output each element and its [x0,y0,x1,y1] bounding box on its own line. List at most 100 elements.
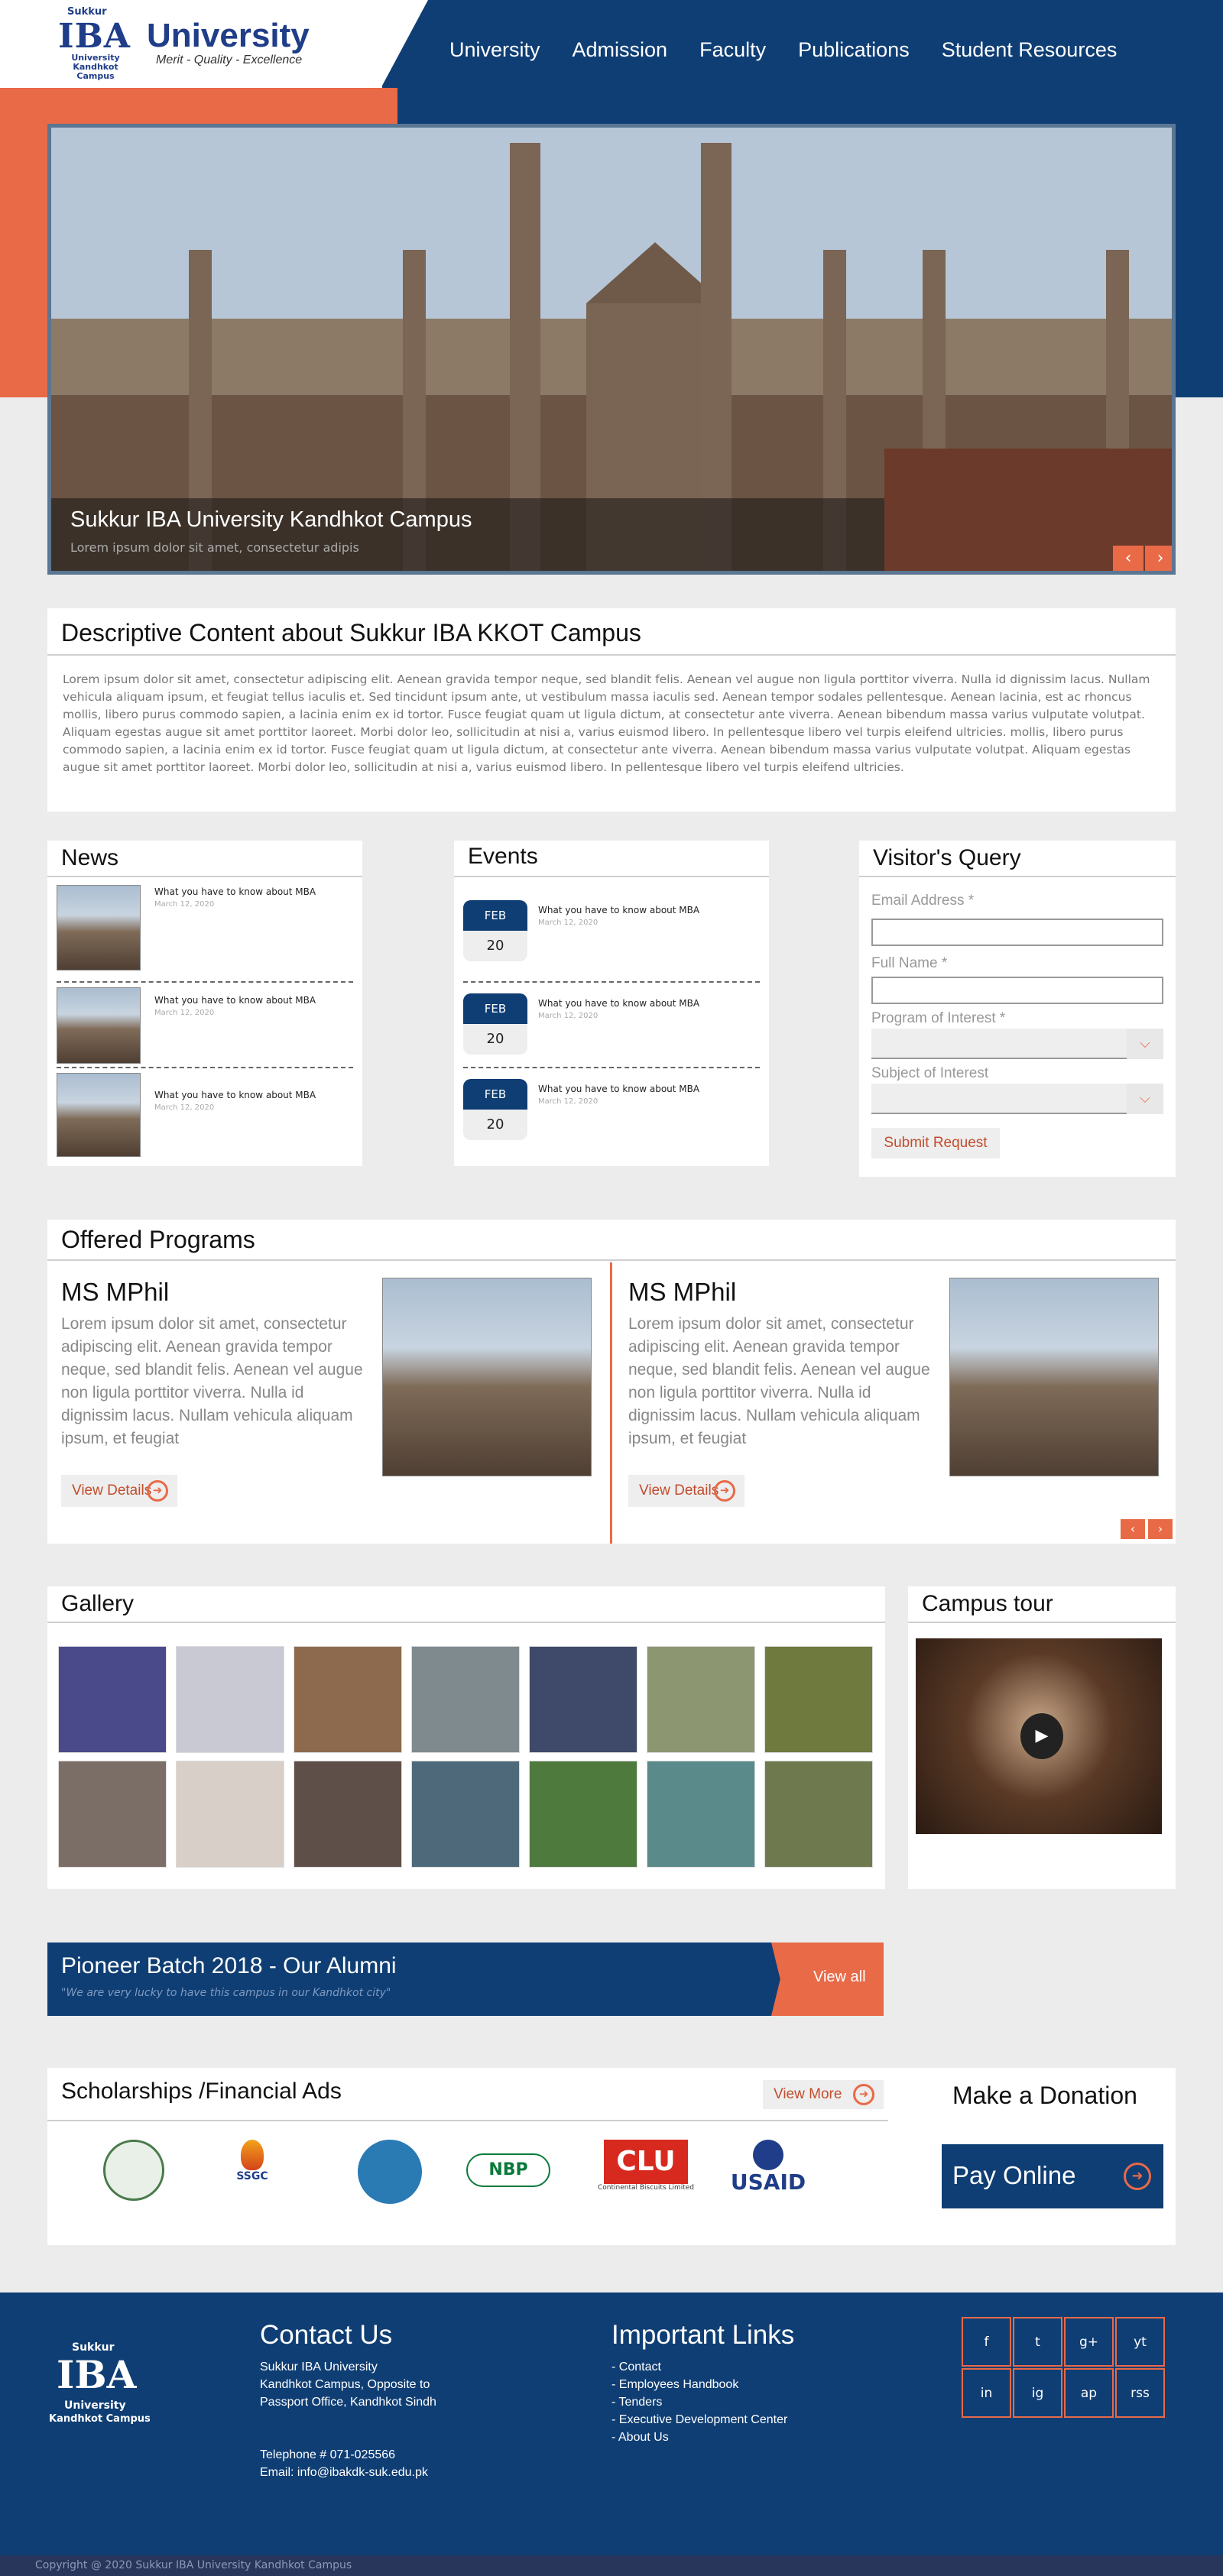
sponsor-logo-nbp[interactable]: NBP [466,2140,550,2208]
gallery-photo[interactable] [764,1761,873,1868]
scholarships-header: Scholarships /Financial Ads [47,2068,888,2121]
gallery-photo[interactable] [647,1761,755,1868]
event-title[interactable]: What you have to know about MBA [538,1084,699,1094]
tour-heading: Campus tour [922,1591,1053,1616]
gallery-header: Gallery [47,1586,885,1623]
alumni-title: Pioneer Batch 2018 - Our Alumni [61,1953,397,1978]
footer-logo[interactable]: Sukkur IBA University Kandhkot Campus [49,2341,164,2433]
logo-tagline: Merit - Quality - Excellence [156,53,303,66]
news-title[interactable]: What you have to know about MBA [154,995,316,1006]
alumni-banner: Pioneer Batch 2018 - Our Alumni "We are … [47,1943,884,2016]
view-details-label: View Details [639,1482,719,1499]
program-image [382,1278,592,1476]
event-title[interactable]: What you have to know about MBA [538,998,699,1009]
sponsor-logo-ssgc[interactable]: SSGC [210,2140,294,2208]
donation-heading: Make a Donation [952,2082,1137,2109]
submit-request-button[interactable]: Submit Request [871,1128,1000,1158]
gallery-photo[interactable] [529,1761,637,1868]
sponsor-logo-usaid[interactable]: USAID [726,2140,810,2208]
sponsor-logo-oil-gas[interactable] [348,2140,432,2208]
full-name-field[interactable] [871,977,1163,1004]
gallery-heading: Gallery [61,1591,135,1616]
event-month: FEB [463,900,527,931]
programs-section: Offered Programs MS MPhil Lorem ipsum do… [47,1220,1176,1544]
facebook-icon[interactable]: f [962,2317,1011,2367]
gallery-photo[interactable] [411,1761,520,1868]
nav-student-resources[interactable]: Student Resources [942,38,1118,62]
nav-admission[interactable]: Admission [573,38,668,62]
subject-select[interactable]: ⌵ [871,1084,1163,1114]
program-text: Lorem ipsum dolor sit amet, consectetur … [628,1315,930,1447]
news-date: March 12, 2020 [154,1103,215,1112]
gallery-section: Gallery [47,1586,885,1889]
alumni-view-all-button[interactable]: View all [813,1968,866,1986]
view-details-label: View Details [72,1482,152,1499]
gallery-photo[interactable] [176,1646,284,1753]
news-date: March 12, 2020 [154,900,215,909]
site-logo[interactable]: Sukkur IBA University University Kandhko… [54,6,329,81]
gallery-photo[interactable] [176,1761,284,1868]
news-section: News What you have to know about MBA Mar… [47,841,362,1166]
news-thumb[interactable] [57,1073,141,1157]
twitter-icon[interactable]: t [1013,2317,1062,2367]
gallery-photo[interactable] [294,1761,402,1868]
program-text: Lorem ipsum dolor sit amet, consectetur … [61,1315,363,1447]
news-thumb[interactable] [57,987,141,1064]
gallery-photo[interactable] [411,1646,520,1753]
sponsor-logo-sindh-govt[interactable] [92,2140,176,2208]
footer-link-about[interactable]: - About Us [612,2429,669,2446]
events-header: Events [454,841,769,877]
program-title[interactable]: MS MPhil [628,1278,736,1307]
news-heading: News [61,845,119,870]
play-icon[interactable]: ▶ [1020,1713,1063,1759]
gallery-photo[interactable] [647,1646,755,1753]
gallery-photo[interactable] [529,1646,637,1753]
email-field[interactable] [871,919,1163,946]
apple-icon[interactable]: ap [1064,2368,1114,2418]
programs-next-button[interactable]: › [1148,1519,1173,1539]
contact-email[interactable]: Email: info@ibakdk-suk.edu.pk [260,2464,428,2481]
footer-link-handbook[interactable]: - Employees Handbook [612,2376,738,2393]
hero-prev-button[interactable]: ‹ [1113,546,1144,571]
campus-tour-video[interactable]: ▶ [916,1638,1162,1834]
contact-line: Passport Office, Kandhkot Sindh [260,2396,436,2409]
view-details-button[interactable]: View Details ➜ [628,1475,745,1507]
program-title[interactable]: MS MPhil [61,1278,169,1307]
google-plus-icon[interactable]: g+ [1064,2317,1114,2367]
news-header: News [47,841,362,877]
divider [57,981,353,983]
linkedin-icon[interactable]: in [962,2368,1011,2418]
news-date: March 12, 2020 [154,1009,215,1017]
view-more-label: View More [774,2086,842,2102]
email-label: Email Address * [871,893,975,909]
pay-online-button[interactable]: Pay Online ➜ [942,2144,1163,2208]
instagram-icon[interactable]: ig [1013,2368,1062,2418]
gallery-photo[interactable] [764,1646,873,1753]
nav-publications[interactable]: Publications [798,38,910,62]
news-title[interactable]: What you have to know about MBA [154,1090,316,1100]
news-title[interactable]: What you have to know about MBA [154,886,316,897]
youtube-icon[interactable]: yt [1115,2317,1165,2367]
footer-link-tenders[interactable]: - Tenders [612,2393,662,2411]
nav-faculty[interactable]: Faculty [699,38,766,62]
gallery-photo[interactable] [58,1646,167,1753]
divider [463,1067,760,1068]
hero-next-button[interactable]: › [1145,546,1172,571]
gallery-photo[interactable] [294,1646,402,1753]
gallery-photo[interactable] [58,1761,167,1868]
view-details-button[interactable]: View Details ➜ [61,1475,177,1507]
hero-slider: Sukkur IBA University Kandhkot Campus Lo… [47,124,1176,575]
rss-icon[interactable]: rss [1115,2368,1165,2418]
footer-link-edc[interactable]: - Executive Development Center [612,2411,787,2429]
nav-university[interactable]: University [449,38,540,62]
about-section: Descriptive Content about Sukkur IBA KKO… [47,608,1176,812]
news-thumb[interactable] [57,885,141,970]
program-select[interactable]: ⌵ [871,1029,1163,1059]
view-more-button[interactable]: View More ➜ [763,2080,884,2109]
event-title[interactable]: What you have to know about MBA [538,905,699,915]
footer-link-contact[interactable]: - Contact [612,2358,661,2376]
copyright-text: Copyright @ 2020 Sukkur IBA University K… [35,2559,352,2571]
event-date: March 12, 2020 [538,919,599,927]
sponsor-logo-continental[interactable]: CLU Continental Biscuits Limited [596,2140,696,2208]
programs-prev-button[interactable]: ‹ [1121,1519,1145,1539]
